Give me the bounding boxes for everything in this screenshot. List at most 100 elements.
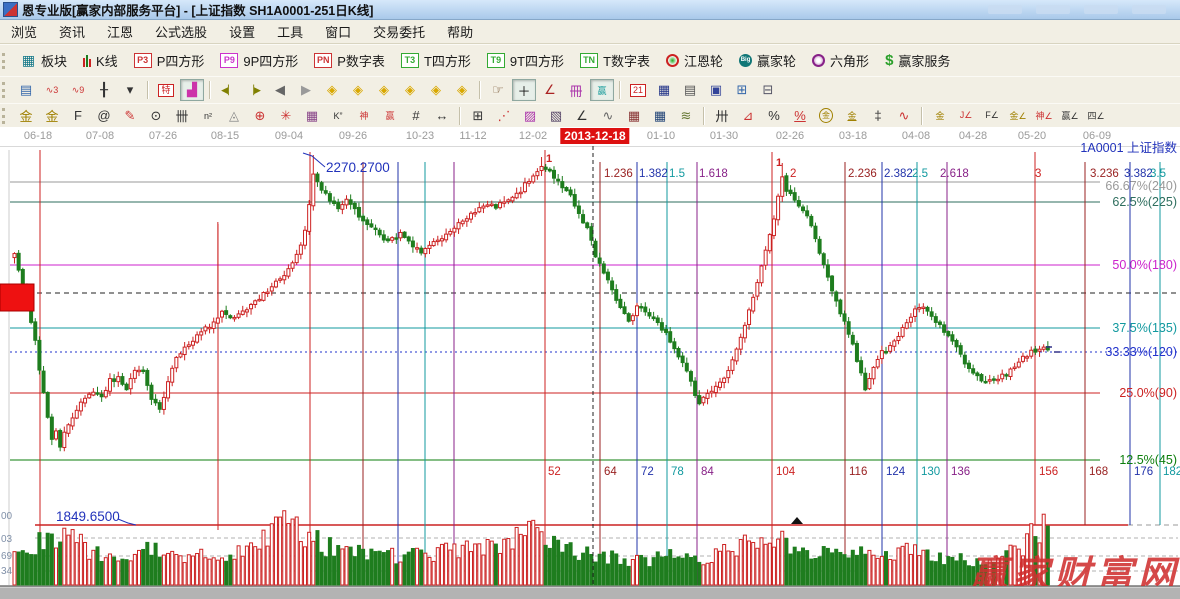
toolbar-grip[interactable]	[2, 108, 9, 124]
next-icon[interactable]: ▶	[294, 79, 318, 101]
k-quote-icon[interactable]: K”	[326, 105, 350, 127]
toolbtn-江恩轮[interactable]: 江恩轮	[658, 49, 731, 72]
save-icon[interactable]: ▣	[704, 79, 728, 101]
flag-icon[interactable]: ‡	[866, 105, 890, 127]
ruler-123-icon[interactable]: #	[404, 105, 428, 127]
grid-box-icon[interactable]: ▦	[300, 105, 324, 127]
menu-item-4[interactable]: 设置	[218, 19, 266, 44]
wave-red-icon[interactable]: ∿	[892, 105, 916, 127]
gold-line-icon[interactable]: 金	[840, 105, 864, 127]
calendar-icon[interactable]: 21	[626, 79, 650, 101]
toolbtn-赢家服务[interactable]: $赢家服务	[877, 49, 958, 72]
bars-scale-icon[interactable]: 卅	[710, 105, 734, 127]
shen-icon[interactable]: 神	[352, 105, 376, 127]
fibonacci-f-icon[interactable]: F	[66, 105, 90, 127]
toolbtn-9T四方形[interactable]: T99T四方形	[479, 49, 572, 72]
crosshair-tool-icon[interactable]: ＋	[512, 79, 536, 101]
menu-item-2[interactable]: 江恩	[96, 19, 144, 44]
titlebar-blur-item[interactable]	[1132, 5, 1166, 14]
color-chart-icon[interactable]: ▟	[180, 79, 204, 101]
toolbtn-P四方形[interactable]: P3P四方形	[126, 49, 213, 72]
toolbtn-T数字表[interactable]: TNT数字表	[572, 49, 658, 72]
skip-end-icon[interactable]: ▕▶	[242, 79, 266, 101]
menu-item-3[interactable]: 公式选股	[144, 19, 218, 44]
n2-icon[interactable]: n²	[196, 105, 220, 127]
chart-9-icon[interactable]: ∿9	[66, 79, 90, 101]
diamond-right-icon[interactable]: ◈	[346, 79, 370, 101]
network-icon[interactable]: ⊞	[730, 79, 754, 101]
f-angle-icon[interactable]: F∠	[980, 105, 1004, 127]
computer-icon[interactable]: ⊟	[756, 79, 780, 101]
bottom-scrollbar[interactable]	[0, 586, 1180, 599]
kline-style-icon[interactable]: ╂	[92, 79, 116, 101]
prev-icon[interactable]: ◀	[268, 79, 292, 101]
toolbtn-六角形[interactable]: 六角形	[804, 49, 877, 72]
kline-chart-canvas[interactable]	[0, 146, 1180, 586]
gold-angle-icon[interactable]: 金∠	[1006, 105, 1030, 127]
spiral-icon[interactable]: @	[92, 105, 116, 127]
fan-dark-icon[interactable]: ▧	[544, 105, 568, 127]
toolbar-grip[interactable]	[2, 53, 9, 69]
diamond-both-icon[interactable]: ◈	[372, 79, 396, 101]
fan-box-icon[interactable]: ▨	[518, 105, 542, 127]
toolbtn-K线[interactable]: K线	[75, 49, 126, 72]
ying-angle-icon[interactable]: 赢∠	[1058, 105, 1082, 127]
gold-circle-icon[interactable]: 金	[814, 105, 838, 127]
menu-item-7[interactable]: 交易委托	[362, 19, 436, 44]
percent-line-icon[interactable]: %	[788, 105, 812, 127]
menu-item-8[interactable]: 帮助	[436, 19, 484, 44]
menu-item-1[interactable]: 资讯	[48, 19, 96, 44]
four-angle-icon[interactable]: 四∠	[1084, 105, 1108, 127]
titlebar-blur-item[interactable]	[1084, 5, 1118, 14]
notes-icon[interactable]: ▤	[678, 79, 702, 101]
brush-icon[interactable]: ✎	[118, 105, 142, 127]
angle-a-icon[interactable]: ◬	[222, 105, 246, 127]
shen-angle-icon[interactable]: 神∠	[1032, 105, 1056, 127]
gann-gold-icon[interactable]: 金	[40, 105, 64, 127]
gann-grid2-icon[interactable]: ▦	[648, 105, 672, 127]
diamond-left-icon[interactable]: ◈	[320, 79, 344, 101]
gold-bars-icon[interactable]: 金	[928, 105, 952, 127]
menu-item-5[interactable]: 工具	[266, 19, 314, 44]
angles-icon[interactable]: ∠	[570, 105, 594, 127]
compass-icon[interactable]: ⊕	[248, 105, 272, 127]
menu-item-0[interactable]: 浏览	[0, 19, 48, 44]
gann-tool-icon[interactable]: 冊	[564, 79, 588, 101]
percent-icon[interactable]: %	[762, 105, 786, 127]
menu-item-6[interactable]: 窗口	[314, 19, 362, 44]
web-icon[interactable]: ✳	[274, 105, 298, 127]
box-axes-icon[interactable]: ⊞	[466, 105, 490, 127]
titlebar-blur-item[interactable]	[1036, 5, 1070, 14]
fan-red-icon[interactable]: ⋰	[492, 105, 516, 127]
angle-tool-icon[interactable]: ∠	[538, 79, 562, 101]
ying-icon[interactable]: 赢	[378, 105, 402, 127]
toolbtn-板块[interactable]: ▦板块	[13, 49, 75, 72]
calculator-icon[interactable]: ▦	[652, 79, 676, 101]
wheel-tool-icon[interactable]: 赢	[590, 79, 614, 101]
tally-icon[interactable]: 卌	[170, 105, 194, 127]
toolbtn-赢家轮[interactable]: Big赢家轮	[731, 49, 804, 72]
zigzag-icon[interactable]: ∿	[596, 105, 620, 127]
drawing-toolbar: 金金F@✎⊙卌n²◬⊕✳▦K”神赢#↔⊞⋰▨▧∠∿▦▦≋卅⊿%%金金‡∿金J∠F…	[0, 103, 1180, 128]
toolbtn-9P四方形[interactable]: P99P四方形	[212, 49, 306, 72]
gann-grid-icon[interactable]: ▦	[622, 105, 646, 127]
three-lines-icon[interactable]: ≋	[674, 105, 698, 127]
span-arrow-icon[interactable]: ↔	[430, 105, 454, 127]
circle-cycle-icon[interactable]: ⊙	[144, 105, 168, 127]
gann-gold-split-icon[interactable]: 金	[14, 105, 38, 127]
toolbar-grip[interactable]	[2, 82, 9, 98]
kline-style-caret-icon[interactable]: ▾	[118, 79, 142, 101]
diamond-star-icon[interactable]: ◈	[398, 79, 422, 101]
diamond-cross-icon[interactable]: ◈	[424, 79, 448, 101]
report-icon[interactable]: ▤	[14, 79, 38, 101]
diamond-expand-icon[interactable]: ◈	[450, 79, 474, 101]
j-angle-icon[interactable]: J∠	[954, 105, 978, 127]
chart-3-icon[interactable]: ∿3	[40, 79, 64, 101]
hand-tool-icon[interactable]: ☞	[486, 79, 510, 101]
stamp-icon[interactable]: 特	[154, 79, 178, 101]
toolbtn-P数字表[interactable]: PNP数字表	[306, 49, 393, 72]
toolbtn-T四方形[interactable]: T3T四方形	[393, 49, 479, 72]
percent-tri-icon[interactable]: ⊿	[736, 105, 760, 127]
titlebar-blur-item[interactable]	[988, 5, 1022, 14]
skip-start-icon[interactable]: ◀▏	[216, 79, 240, 101]
